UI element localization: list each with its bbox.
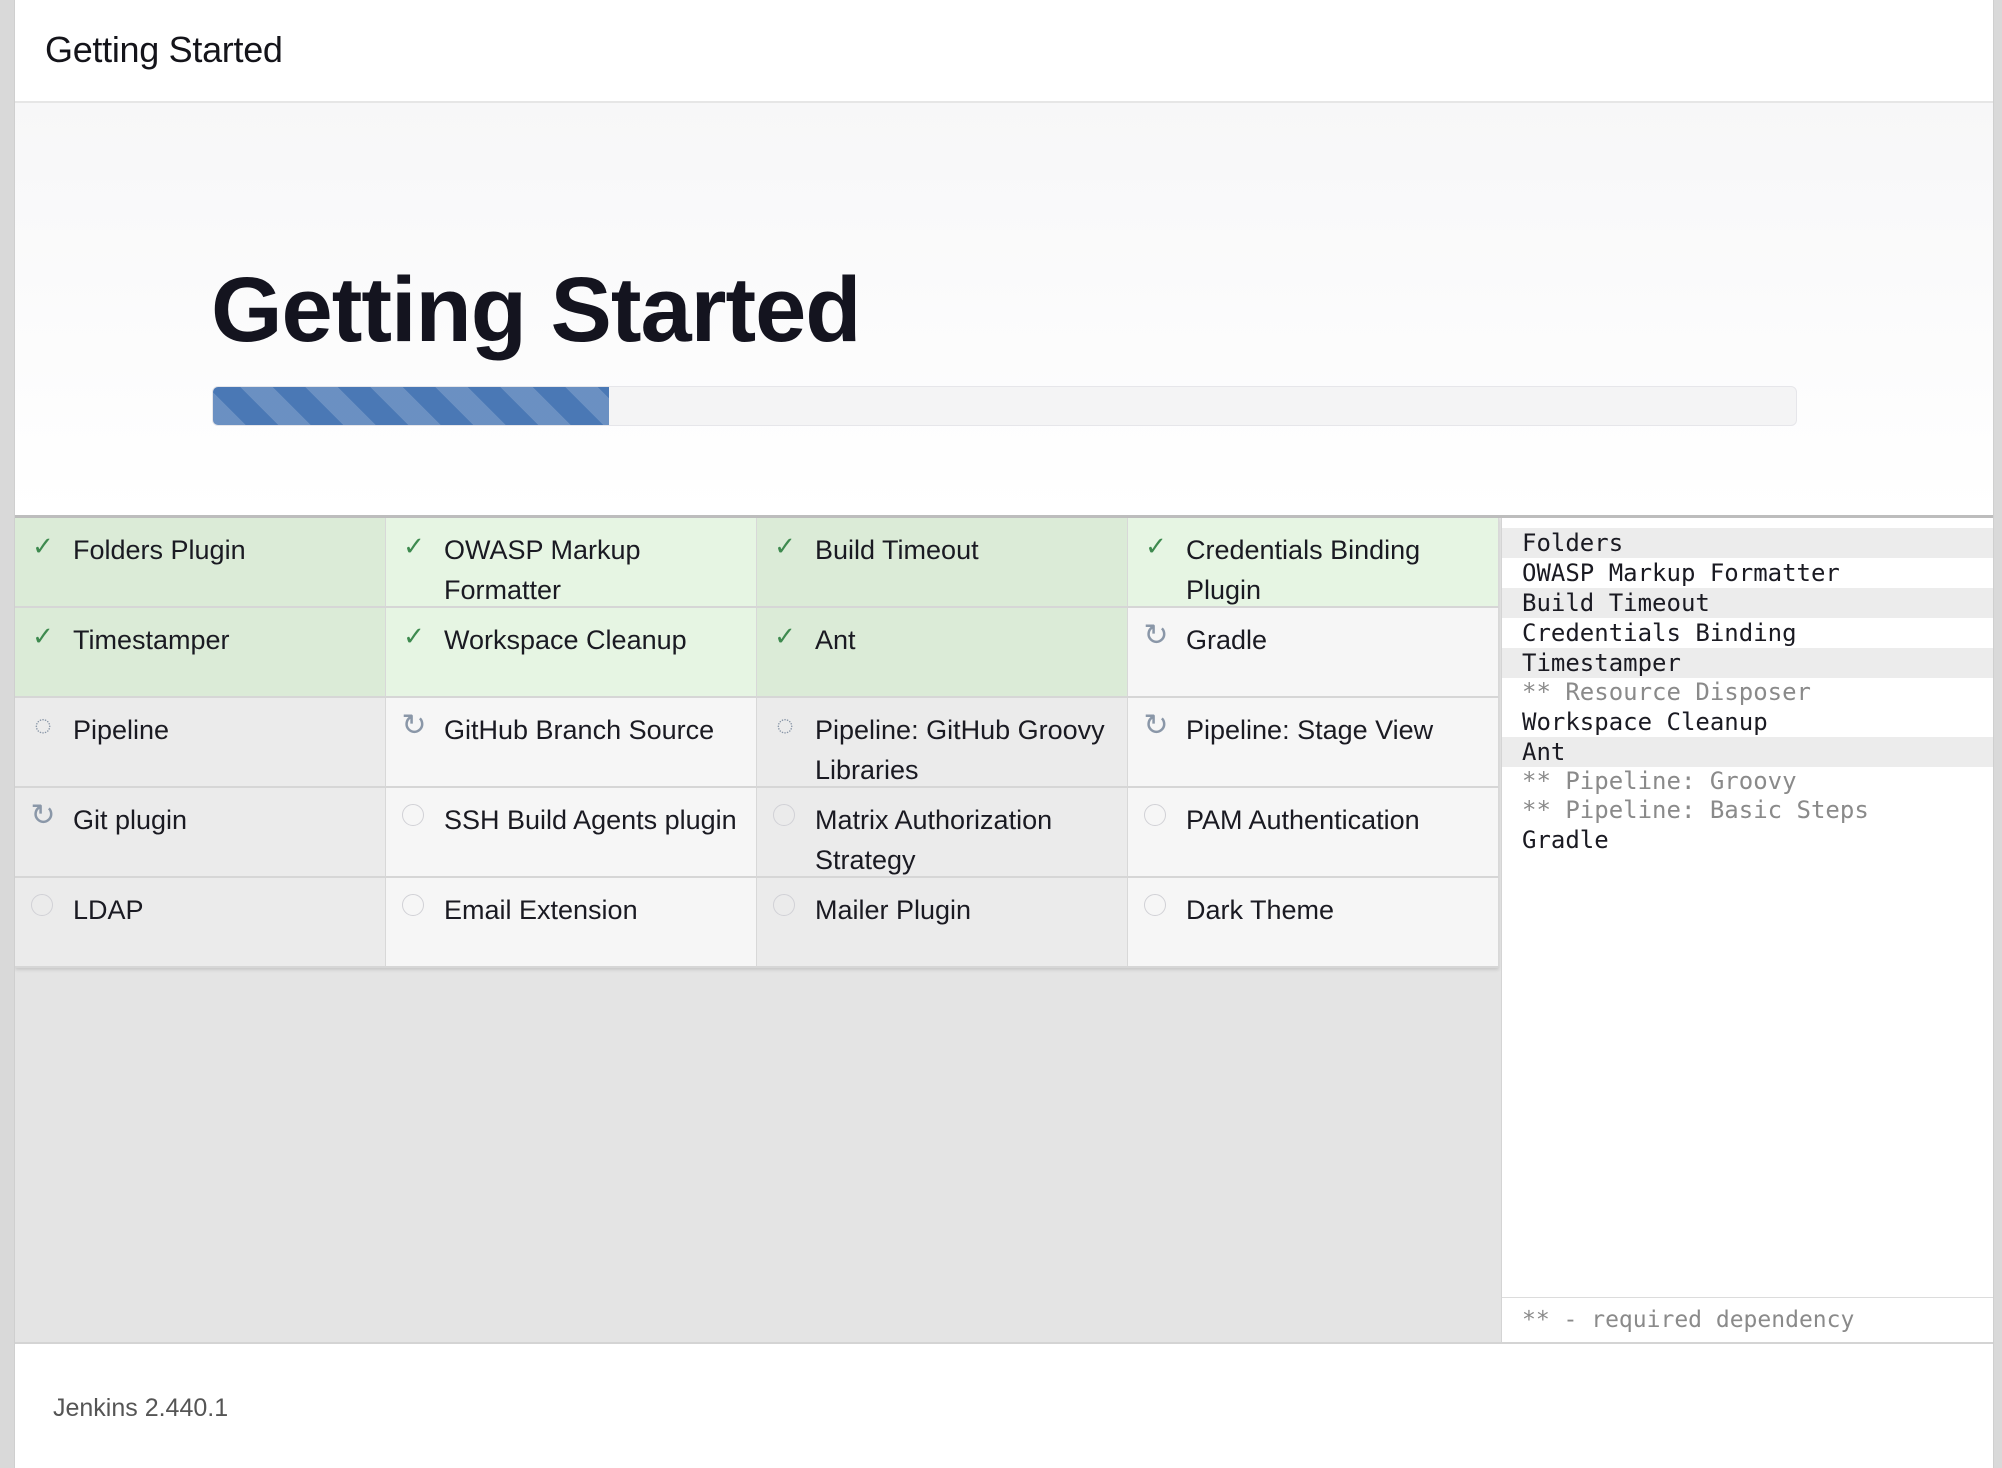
plugin-label: SSH Build Agents plugin: [444, 805, 737, 835]
refresh-icon: ↻: [1143, 619, 1169, 652]
plugin-label: Gradle: [1186, 625, 1268, 655]
check-icon: ✓: [1145, 531, 1167, 561]
check-icon: ✓: [403, 531, 425, 561]
plugin-install-panel: ✓ Folders Plugin ✓ OWASP Markup Formatter ✓ B…: [15, 515, 1993, 1342]
plugin-item: ◌ Pipeline: [15, 698, 386, 788]
pending-circle-icon: [400, 892, 428, 920]
check-icon: ✓: [32, 531, 54, 561]
plugin-item: PAM Authentication: [1128, 788, 1499, 878]
plugin-label: Build Timeout: [815, 535, 979, 565]
refresh-icon: ↻: [1143, 709, 1169, 742]
plugin-item: ↻ Git plugin: [15, 788, 386, 878]
hero-section: Getting Started: [15, 103, 1993, 515]
plugin-label: Credentials Binding Plugin: [1186, 535, 1421, 605]
plugin-label: Dark Theme: [1186, 895, 1335, 925]
plugin-item: Mailer Plugin: [757, 878, 1128, 968]
refresh-icon: ↻: [401, 709, 427, 742]
plugin-item: ✓ Credentials Binding Plugin: [1128, 518, 1499, 608]
plugin-label: Timestamper: [73, 625, 230, 655]
plugin-item: SSH Build Agents plugin: [386, 788, 757, 878]
check-icon: ✓: [403, 621, 425, 651]
progress-bar-fill: [213, 387, 609, 425]
plugin-item: ✓ Build Timeout: [757, 518, 1128, 608]
log-plugin-line: Build Timeout: [1502, 588, 1993, 618]
log-dependency-line: ** Pipeline: Groovy: [1522, 767, 1797, 795]
log-plugin-line: Gradle: [1522, 826, 1609, 854]
log-plugin-line: Workspace Cleanup: [1522, 708, 1768, 736]
log-plugin-line: Folders: [1502, 528, 1993, 558]
plugin-label: GitHub Branch Source: [444, 715, 715, 745]
log-dependency-line: ** Resource Disposer: [1522, 678, 1811, 706]
install-progress-bar: [212, 386, 1797, 426]
plugin-item: ✓ Ant: [757, 608, 1128, 698]
log-plugin-line: Timestamper: [1502, 648, 1993, 678]
refresh-icon: ↻: [30, 799, 56, 832]
plugin-item: ↻ Gradle: [1128, 608, 1499, 698]
window-title: Getting Started: [45, 29, 283, 70]
plugin-label: Pipeline: [73, 715, 170, 745]
install-log-panel[interactable]: Folders OWASP Markup Formatter Build Timeo…: [1501, 518, 1993, 1342]
plugin-label: OWASP Markup Formatter: [444, 535, 641, 605]
plugin-label: Ant: [815, 625, 856, 655]
plugin-label: Workspace Cleanup: [444, 625, 687, 655]
log-dependency-line: ** Pipeline: Basic Steps: [1522, 796, 1869, 824]
pending-circle-icon: [400, 802, 428, 830]
plugin-label: Pipeline: Stage View: [1186, 715, 1434, 745]
log-plugin-line: Credentials Binding: [1522, 619, 1797, 647]
spinner-icon: ◌: [34, 709, 52, 742]
plugin-item: ✓ OWASP Markup Formatter: [386, 518, 757, 608]
spinner-icon: ◌: [776, 709, 794, 742]
pending-circle-icon: [1142, 802, 1170, 830]
check-icon: ✓: [774, 621, 796, 651]
log-plugin-line: OWASP Markup Formatter: [1522, 559, 1840, 587]
pending-circle-icon: [1142, 892, 1170, 920]
pending-circle-icon: [771, 802, 799, 830]
plugin-label: Mailer Plugin: [815, 895, 972, 925]
plugin-item: ◌ Pipeline: GitHub Groovy Libraries: [757, 698, 1128, 788]
plugin-label: LDAP: [73, 895, 144, 925]
plugin-item: ✓ Timestamper: [15, 608, 386, 698]
setup-wizard-window: Getting Started Getting Started ✓ Folders…: [14, 0, 1994, 1468]
dependency-legend: ** - required dependency: [1502, 1297, 1993, 1342]
log-plugin-line: Ant: [1502, 737, 1993, 767]
plugin-item: ↻ GitHub Branch Source: [386, 698, 757, 788]
check-icon: ✓: [774, 531, 796, 561]
plugin-label: Matrix Authorization Strategy: [815, 805, 1053, 875]
plugin-item: LDAP: [15, 878, 386, 968]
plugin-item: ✓ Workspace Cleanup: [386, 608, 757, 698]
footer: Jenkins 2.440.1: [15, 1342, 1993, 1468]
page-heading: Getting Started: [211, 259, 861, 361]
plugin-grid: ✓ Folders Plugin ✓ OWASP Markup Formatter ✓ B…: [15, 518, 1499, 968]
plugin-label: Email Extension: [444, 895, 638, 925]
plugin-item: ✓ Folders Plugin: [15, 518, 386, 608]
jenkins-version: Jenkins 2.440.1: [53, 1394, 229, 1422]
check-icon: ✓: [32, 621, 54, 651]
pending-circle-icon: [771, 892, 799, 920]
plugin-item: Matrix Authorization Strategy: [757, 788, 1128, 878]
plugin-label: Pipeline: GitHub Groovy Libraries: [815, 715, 1105, 785]
top-bar: Getting Started: [15, 0, 1993, 103]
plugin-label: PAM Authentication: [1186, 805, 1420, 835]
pending-circle-icon: [29, 892, 57, 920]
plugin-item: ↻ Pipeline: Stage View: [1128, 698, 1499, 788]
plugin-item: Dark Theme: [1128, 878, 1499, 968]
plugin-label: Git plugin: [73, 805, 188, 835]
plugin-item: Email Extension: [386, 878, 757, 968]
install-log: Folders OWASP Markup Formatter Build Timeo…: [1502, 528, 1993, 855]
plugin-label: Folders Plugin: [73, 535, 246, 565]
